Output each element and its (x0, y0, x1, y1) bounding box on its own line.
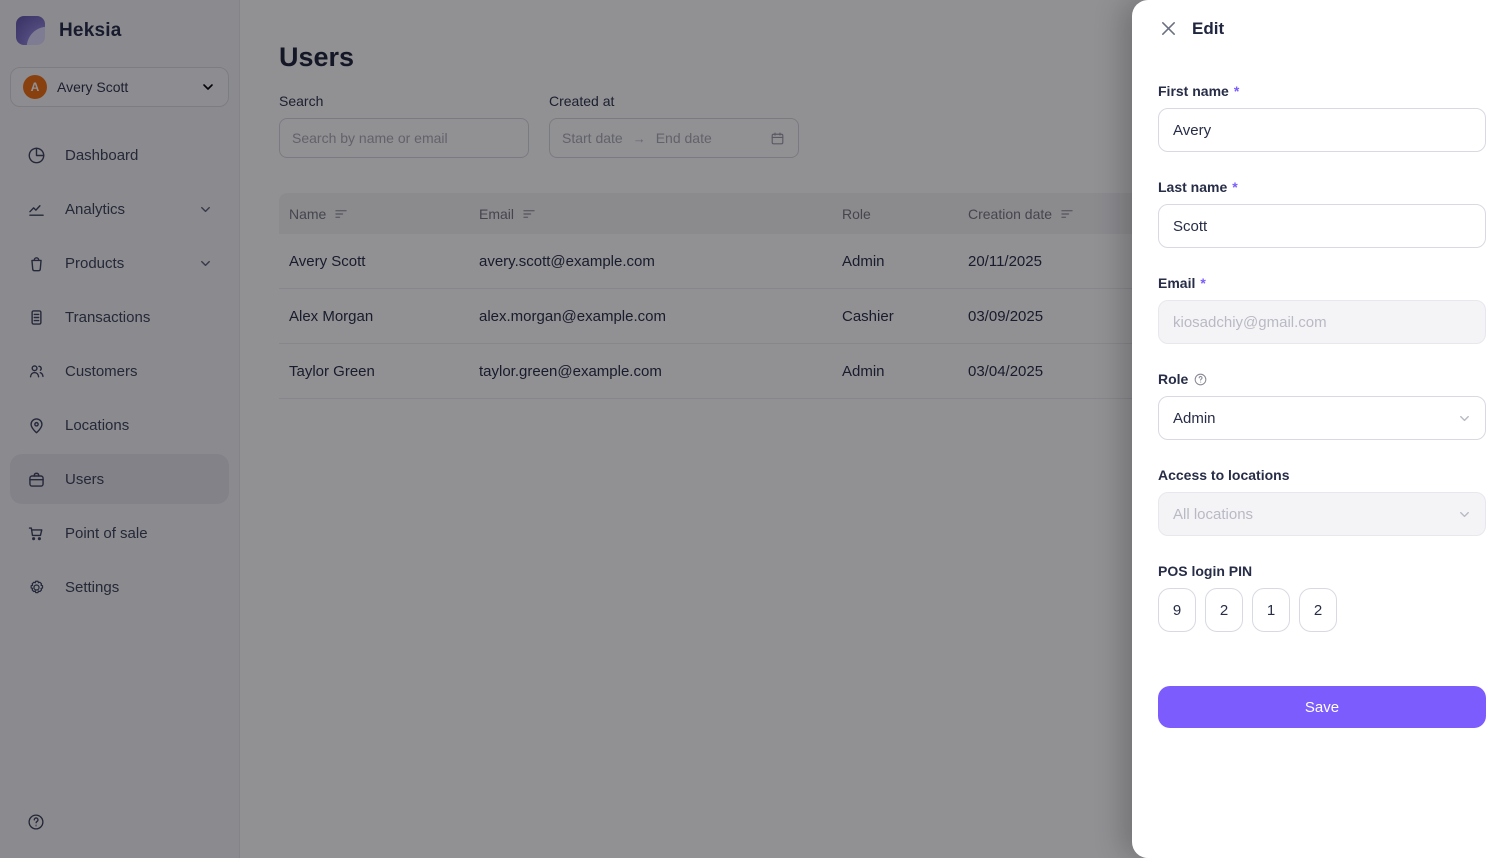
chevron-down-icon (1457, 411, 1472, 426)
close-icon[interactable] (1158, 18, 1179, 39)
required-mark: * (1234, 83, 1239, 99)
pin-digit-input[interactable]: 2 (1205, 588, 1243, 632)
role-field-group: Role Admin (1158, 371, 1486, 440)
locations-label: Access to locations (1158, 467, 1486, 483)
first-name-input[interactable] (1158, 108, 1486, 152)
save-button[interactable]: Save (1158, 686, 1486, 728)
drawer-header: Edit (1158, 18, 1486, 39)
locations-field-group: Access to locations All locations (1158, 467, 1486, 536)
role-select[interactable]: Admin (1158, 396, 1486, 440)
email-field-group: Email* (1158, 275, 1486, 344)
edit-drawer: Edit First name* Last name* Email* Role … (1132, 0, 1512, 858)
pin-label: POS login PIN (1158, 563, 1486, 579)
chevron-down-icon (1457, 507, 1472, 522)
required-mark: * (1200, 275, 1205, 291)
pin-digit-input[interactable]: 1 (1252, 588, 1290, 632)
required-mark: * (1232, 179, 1237, 195)
locations-select: All locations (1158, 492, 1486, 536)
last-name-field-group: Last name* (1158, 179, 1486, 248)
last-name-input[interactable] (1158, 204, 1486, 248)
first-name-label: First name* (1158, 83, 1486, 99)
email-label: Email* (1158, 275, 1486, 291)
last-name-label: Last name* (1158, 179, 1486, 195)
circle-question-icon[interactable] (1193, 372, 1208, 387)
first-name-field-group: First name* (1158, 83, 1486, 152)
pin-inputs: 9 2 1 2 (1158, 588, 1486, 632)
email-input (1158, 300, 1486, 344)
pin-digit-input[interactable]: 9 (1158, 588, 1196, 632)
drawer-title: Edit (1192, 19, 1224, 39)
pin-digit-input[interactable]: 2 (1299, 588, 1337, 632)
pin-field-group: POS login PIN 9 2 1 2 (1158, 563, 1486, 632)
role-label: Role (1158, 371, 1486, 387)
